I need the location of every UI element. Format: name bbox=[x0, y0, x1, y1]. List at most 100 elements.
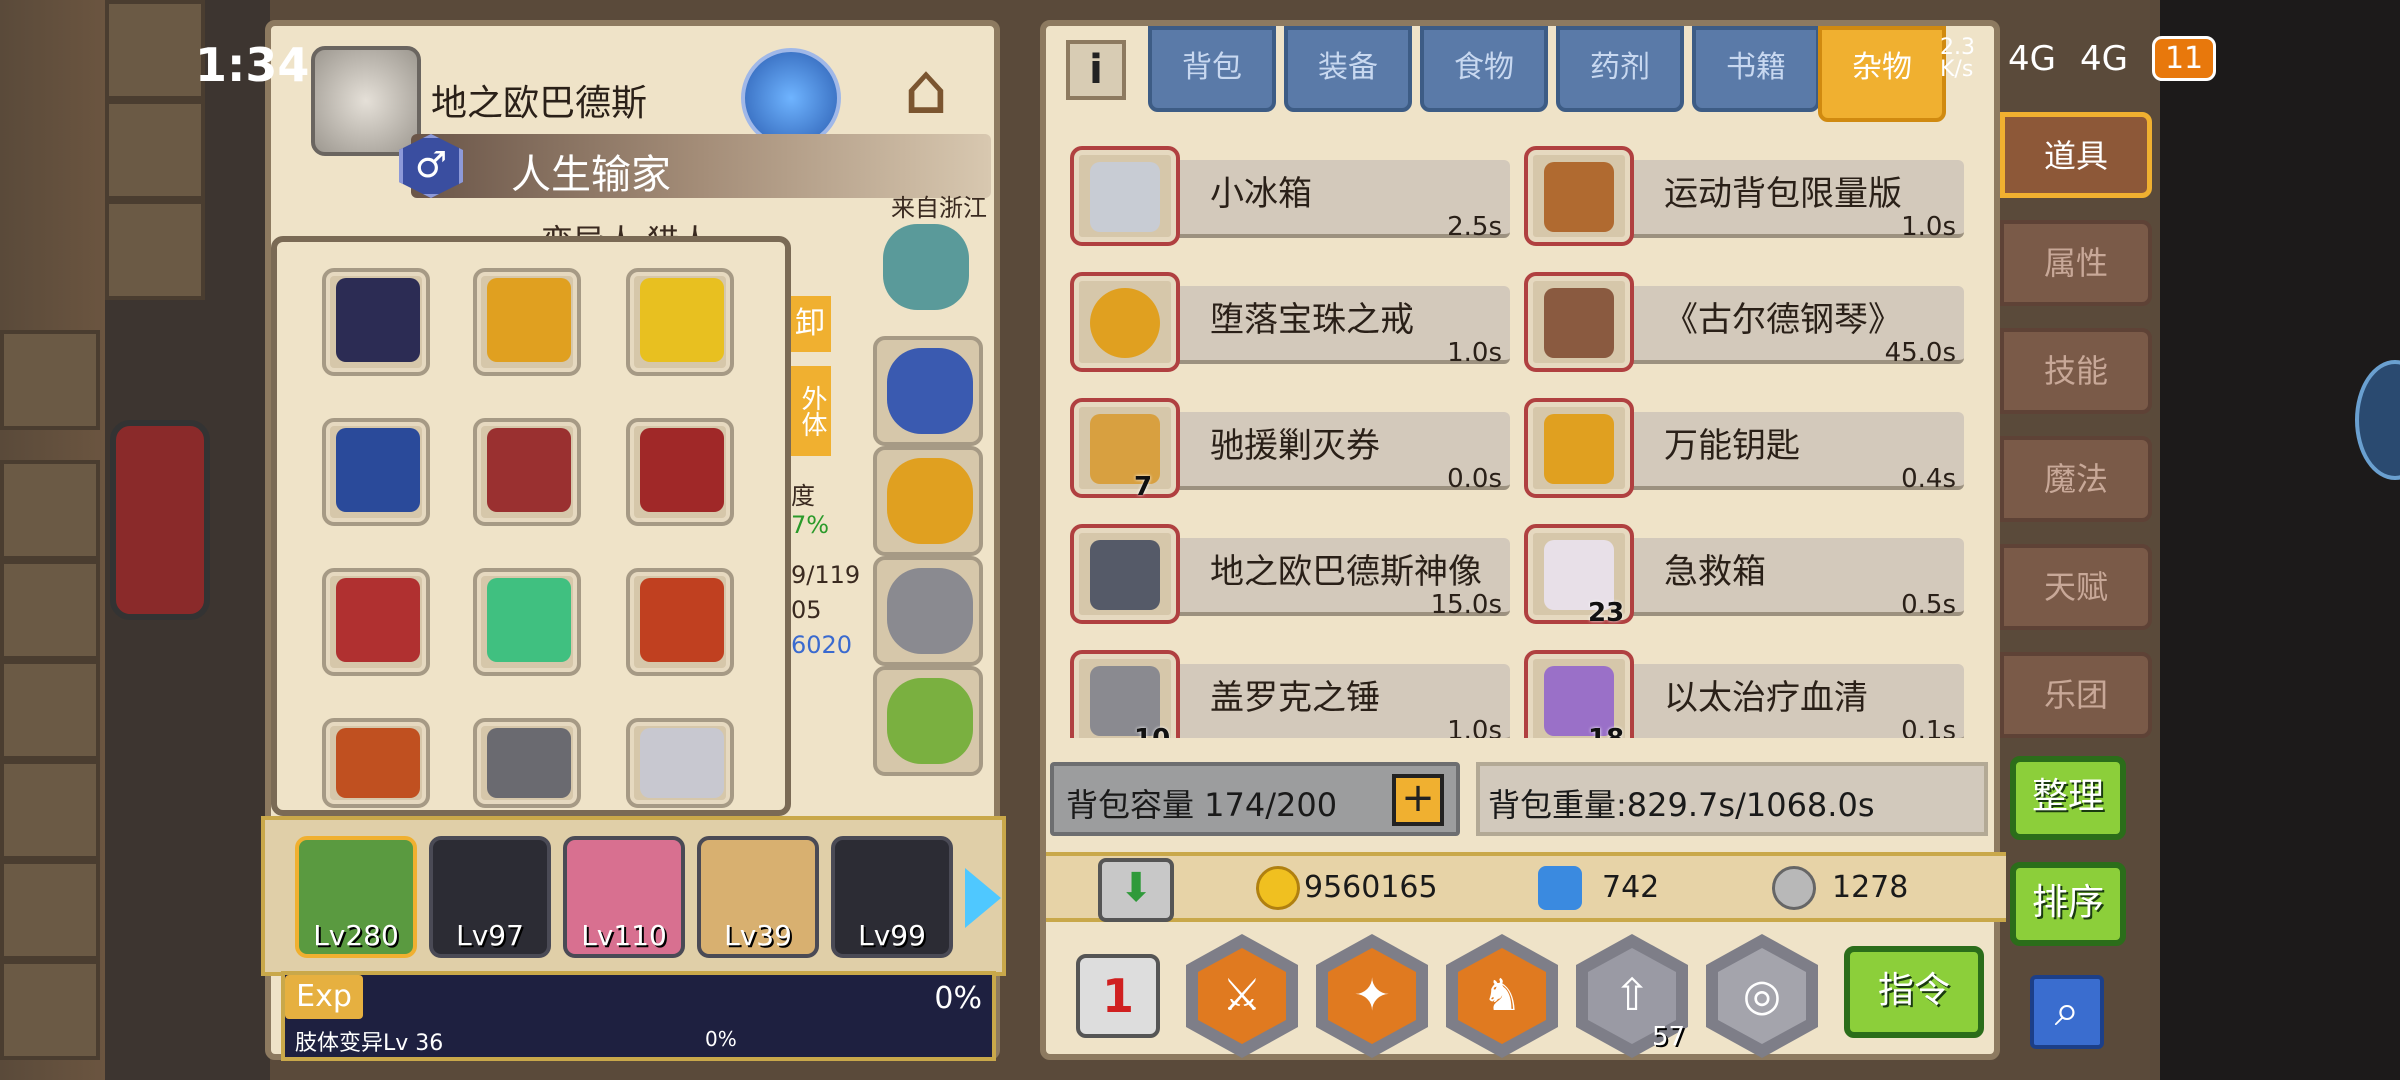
wrench-icon bbox=[640, 728, 724, 798]
ring-icon bbox=[1090, 288, 1160, 358]
wardrobe-hanger-icon[interactable]: ⌂ bbox=[861, 48, 991, 148]
diamond-icon bbox=[1538, 866, 1582, 910]
item-name: 运动背包限量版 bbox=[1664, 174, 1902, 214]
floor-tile bbox=[105, 100, 205, 200]
floor-tile bbox=[105, 200, 205, 300]
item-time: 45.0s bbox=[1884, 338, 1956, 368]
item-name: 驰援剿灭券 bbox=[1210, 426, 1380, 466]
tab-misc[interactable]: 杂物 bbox=[1818, 26, 1946, 122]
command-button[interactable]: 指令 bbox=[1844, 946, 1984, 1038]
item-row[interactable]: 运动背包限量版 1.0s bbox=[1524, 138, 1964, 248]
floor-tile bbox=[0, 330, 100, 430]
hero-name: 地之欧巴德斯 bbox=[431, 83, 648, 124]
hotkey-123-button[interactable]: 1 bbox=[1076, 954, 1160, 1038]
equip-slot-shield[interactable] bbox=[473, 718, 581, 808]
team-member[interactable]: Lv110 bbox=[563, 836, 685, 958]
expand-capacity-button[interactable]: + bbox=[1392, 774, 1444, 826]
tab-food[interactable]: 食物 bbox=[1420, 26, 1548, 112]
floor-tile bbox=[0, 460, 100, 560]
item-row[interactable]: 7 驰援剿灭券 0.0s bbox=[1070, 390, 1510, 502]
bag-weight: 背包重量:829.7s/1068.0s bbox=[1476, 762, 1988, 836]
item-name: 《古尔德钢琴》 bbox=[1664, 300, 1902, 340]
tab-books[interactable]: 书籍 bbox=[1692, 26, 1820, 112]
side-tab-items[interactable]: 道具 bbox=[2000, 112, 2152, 198]
equip-slot-staff[interactable] bbox=[473, 568, 581, 676]
equip-slot-cape-blue[interactable] bbox=[322, 418, 430, 526]
equip-slot-crown[interactable] bbox=[626, 268, 734, 376]
appearance-button[interactable]: 外体 bbox=[789, 366, 831, 456]
tidy-button[interactable]: 整理 bbox=[2010, 756, 2126, 840]
side-tab-magic[interactable]: 魔法 bbox=[2000, 436, 2152, 522]
item-quantity: 23 bbox=[1588, 598, 1625, 628]
equip-slot-wrench[interactable] bbox=[626, 718, 734, 808]
unequip-button[interactable]: 卸 bbox=[789, 296, 831, 352]
guild-emblem-icon[interactable] bbox=[311, 46, 421, 156]
download-icon[interactable]: ⬇ bbox=[1098, 858, 1174, 922]
right-dark-area bbox=[2160, 0, 2400, 1080]
floor-tile bbox=[0, 960, 100, 1060]
skill-slot[interactable]: ✦ bbox=[1316, 934, 1428, 1058]
item-row[interactable]: 23 急救箱 0.5s bbox=[1524, 516, 1964, 628]
equip-slot-spear[interactable] bbox=[626, 568, 734, 676]
gold-amount: 9560165 bbox=[1304, 870, 1438, 905]
item-row[interactable]: 《古尔德钢琴》 45.0s bbox=[1524, 264, 1964, 374]
piano-icon bbox=[1544, 288, 1614, 358]
team-member[interactable]: Lv280 bbox=[295, 836, 417, 958]
team-member[interactable]: Lv39 bbox=[697, 836, 819, 958]
equip-slot-cape-red[interactable] bbox=[626, 418, 734, 526]
team-member[interactable]: Lv99 bbox=[831, 836, 953, 958]
mutation-level: 肢体变异Lv 36 bbox=[295, 1031, 444, 1056]
skill-slot[interactable]: ◎ bbox=[1706, 934, 1818, 1058]
item-row[interactable]: 小冰箱 2.5s bbox=[1070, 138, 1510, 248]
info-button[interactable]: i bbox=[1066, 40, 1126, 100]
knight-skill-icon: ♞ bbox=[1458, 948, 1546, 1044]
wreath-slot[interactable] bbox=[873, 666, 983, 776]
item-row[interactable]: 万能钥匙 0.4s bbox=[1524, 390, 1964, 500]
team-member[interactable]: Lv97 bbox=[429, 836, 551, 958]
equip-slot-helmet[interactable] bbox=[322, 268, 430, 376]
bag-capacity-text: 背包容量 174/200 bbox=[1066, 786, 1338, 824]
skill-slot[interactable]: ⚔ bbox=[1186, 934, 1298, 1058]
red-cape-icon bbox=[640, 428, 724, 512]
side-tab-attributes[interactable]: 属性 bbox=[2000, 220, 2152, 306]
stat-hp: 9/119 bbox=[791, 561, 861, 589]
search-skill-icon: ◎ bbox=[1718, 948, 1806, 1044]
equip-slot-bow[interactable] bbox=[322, 568, 430, 676]
member-level: Lv39 bbox=[724, 919, 792, 952]
crest-icon bbox=[883, 224, 969, 310]
crystal-orb-icon[interactable] bbox=[741, 48, 841, 148]
item-row[interactable]: 18 以太治疗血清 0.1s bbox=[1524, 642, 1964, 738]
item-row[interactable]: 堕落宝珠之戒 1.0s bbox=[1070, 264, 1510, 374]
equip-slot-necklace[interactable] bbox=[473, 268, 581, 376]
boots-slot[interactable] bbox=[873, 556, 983, 666]
spear-icon bbox=[640, 578, 724, 662]
backpack-icon bbox=[1544, 162, 1614, 232]
equip-slot-backpack[interactable] bbox=[473, 418, 581, 526]
tab-potion[interactable]: 药剂 bbox=[1556, 26, 1684, 112]
sort-button[interactable]: 排序 bbox=[2010, 862, 2126, 946]
side-tab-skills[interactable]: 技能 bbox=[2000, 328, 2152, 414]
item-row[interactable]: 地之欧巴德斯神像 15.0s bbox=[1070, 516, 1510, 626]
ring-icon bbox=[887, 458, 973, 544]
wreath-icon bbox=[887, 678, 973, 764]
necklace-icon bbox=[487, 278, 571, 362]
floor-tile bbox=[0, 760, 100, 860]
tab-equipment[interactable]: 装备 bbox=[1284, 26, 1412, 112]
bag-capacity: 背包容量 174/200 + bbox=[1050, 762, 1460, 836]
bracer-slot[interactable] bbox=[873, 336, 983, 446]
stat-num: 6020 bbox=[791, 631, 853, 659]
inventory-panel: i 背包 装备 食物 药剂 书籍 杂物 小冰箱 2.5s 运动背包限量版 1.0… bbox=[1040, 20, 2006, 1060]
search-icon[interactable]: ⌕ bbox=[2030, 975, 2104, 1049]
crest-slot[interactable] bbox=[873, 216, 983, 326]
item-time: 2.5s bbox=[1447, 212, 1502, 242]
side-tab-band[interactable]: 乐团 bbox=[2000, 652, 2152, 738]
tab-backpack[interactable]: 背包 bbox=[1148, 26, 1276, 112]
item-row[interactable]: 10 盖罗克之锤 1.0s bbox=[1070, 642, 1510, 738]
ring-slot[interactable] bbox=[873, 446, 983, 556]
equip-slot-hammer[interactable] bbox=[322, 718, 430, 808]
side-tab-talent[interactable]: 天赋 bbox=[2000, 544, 2152, 630]
fridge-icon bbox=[1090, 162, 1160, 232]
bow-icon bbox=[336, 578, 420, 662]
team-next-arrow-icon[interactable] bbox=[965, 868, 1001, 928]
skill-slot[interactable]: ♞ bbox=[1446, 934, 1558, 1058]
